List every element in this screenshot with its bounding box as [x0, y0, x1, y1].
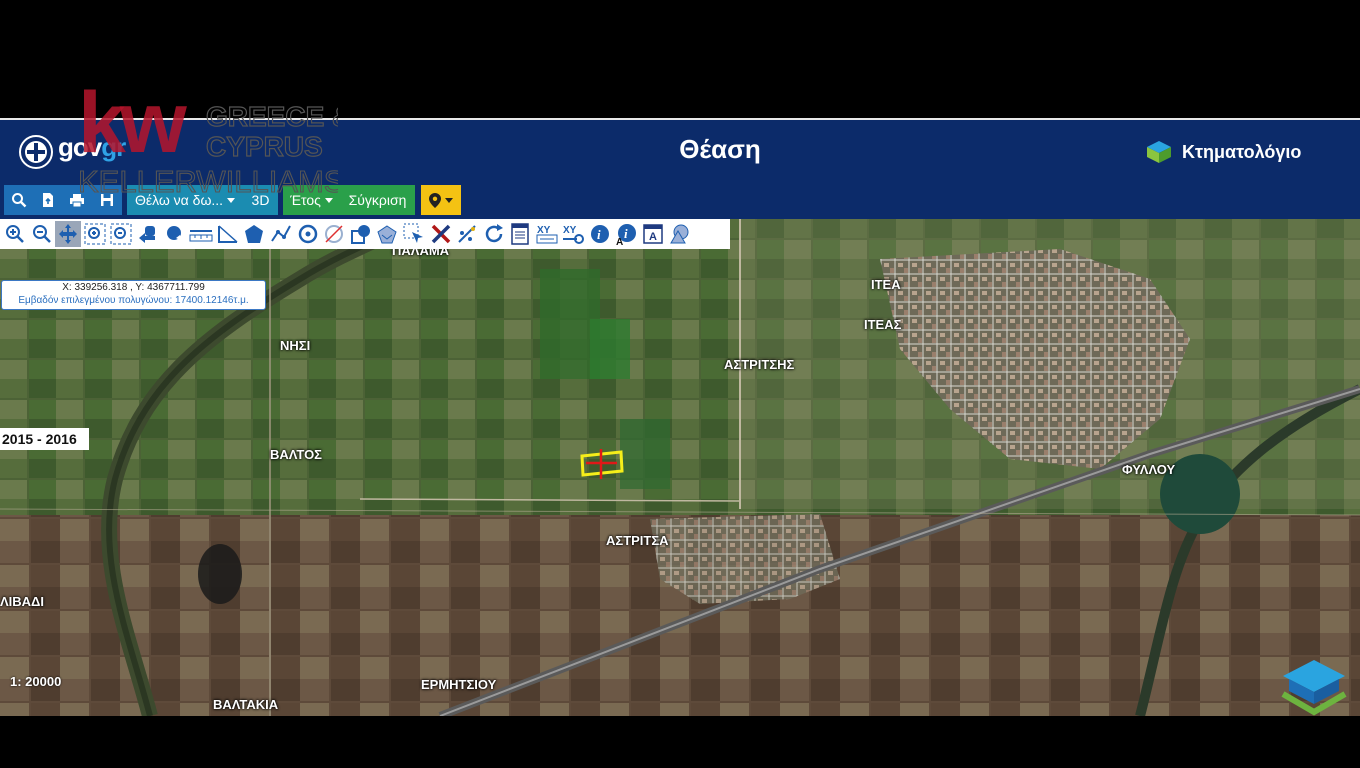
polygon-edit-icon	[377, 225, 397, 244]
chevron-down-icon	[445, 197, 453, 203]
map-label-nisi: ΝΗΣΙ	[280, 338, 311, 353]
info-button[interactable]: i	[587, 221, 613, 247]
ktimatologio-label: Κτηματολόγιο	[1182, 141, 1302, 162]
zoom-out-button[interactable]	[29, 221, 55, 247]
pan-icon	[59, 224, 78, 244]
shapes-icon	[669, 224, 689, 244]
print-button[interactable]	[62, 185, 92, 215]
info-text-icon: iA	[616, 224, 636, 245]
measure-area-button[interactable]	[215, 221, 241, 247]
info-icon: i	[591, 225, 610, 243]
save-button[interactable]	[92, 185, 122, 215]
draw-circle-button[interactable]	[295, 221, 321, 247]
select-area-button[interactable]	[401, 221, 427, 247]
back-button[interactable]	[135, 221, 161, 247]
coordinates-readout: X: 339256.318 , Y: 4367711.799	[62, 282, 205, 293]
chevron-down-icon	[324, 197, 333, 203]
polyline-icon	[271, 225, 291, 242]
shapes-button[interactable]	[667, 221, 693, 247]
snap-button[interactable]	[454, 221, 480, 247]
angle-ruler-icon	[217, 225, 238, 243]
globe-arrow-icon	[166, 226, 182, 241]
file-upload-icon	[43, 193, 53, 207]
map-marker-icon	[429, 192, 441, 208]
draw-line-button[interactable]	[268, 221, 294, 247]
upload-file-button[interactable]	[34, 185, 62, 215]
shape-select-icon	[350, 225, 370, 244]
draw-polygon-button[interactable]	[241, 221, 267, 247]
map-scale: 1: 20000	[10, 674, 62, 689]
search-button[interactable]	[4, 185, 34, 215]
goto-coordinates-button[interactable]: XY	[560, 221, 586, 247]
edit-polygon-button[interactable]	[374, 221, 400, 247]
info-label-button[interactable]: iA	[614, 221, 640, 247]
svg-text:i: i	[624, 226, 628, 241]
close-icon	[431, 224, 450, 244]
map-label-valtos: ΒΑΛΤΟΣ	[270, 447, 322, 462]
svg-text:A: A	[616, 237, 623, 245]
text-box-icon: A	[643, 224, 663, 244]
xy-coordinates-icon: XY	[536, 225, 558, 244]
measure-distance-button[interactable]	[188, 221, 214, 247]
ktimatologio-logo[interactable]: Κτηματολόγιο	[1146, 138, 1301, 166]
year-label: Έτος	[290, 192, 321, 208]
svg-text:XY: XY	[563, 225, 577, 236]
zoom-in-icon	[6, 225, 24, 243]
coordinates-info-box: X: 339256.318 , Y: 4367711.799 Εμβαδόν ε…	[1, 280, 266, 310]
target-icon	[298, 224, 317, 244]
refresh-button[interactable]	[481, 221, 507, 247]
polygon-area-readout: Εμβαδόν επιλεγμένου πολυγώνου: 17400.121…	[18, 295, 249, 306]
compare-button[interactable]: Σύγκριση	[340, 185, 415, 215]
clear-button[interactable]	[428, 221, 454, 247]
zoom-box-in-icon	[84, 223, 106, 245]
cube-icon	[1147, 141, 1171, 163]
coordinates-input-button[interactable]: XY	[534, 221, 560, 247]
search-icon	[12, 193, 27, 208]
text-label-button[interactable]: A	[640, 221, 666, 247]
chevron-down-icon	[227, 197, 236, 203]
year-dropdown[interactable]: Έτος	[283, 185, 340, 215]
map-label-astritsa: ΑΣΤΡΙΤΣΑ	[606, 533, 669, 548]
map-label-fyllou: ΦΥΛΛΟΥ	[1122, 462, 1176, 477]
report-button[interactable]	[507, 221, 533, 247]
app-header: govgr Θέαση Κτηματολόγιο	[0, 118, 1360, 183]
zoom-out-icon	[32, 225, 51, 243]
pointer-select-icon	[403, 223, 423, 243]
arrow-left-icon	[138, 226, 155, 243]
want-to-see-dropdown[interactable]: Θέλω να δω...	[127, 185, 243, 215]
select-shape-button[interactable]	[348, 221, 374, 247]
erase-drawing-button[interactable]	[321, 221, 347, 247]
polygon-icon	[245, 225, 264, 243]
map-tools-bar: XY XY i iA A	[0, 219, 730, 249]
want-to-see-label: Θέλω να δω...	[134, 192, 224, 208]
forward-button[interactable]	[162, 221, 188, 247]
map-label-livadi: ΛΙΒΑΔΙ	[0, 594, 45, 609]
zoom-box-in-button[interactable]	[82, 221, 108, 247]
map-label-ermitsiou: ΕΡΜΗΤΣΙΟΥ	[421, 677, 497, 692]
pan-button[interactable]	[55, 221, 82, 247]
snap-points-icon	[458, 225, 476, 243]
main-toolbar: Θέλω να δω... 3D Έτος Σύγκριση	[0, 181, 1360, 219]
zoom-box-out-icon	[110, 223, 132, 245]
svg-text:XY: XY	[537, 225, 551, 236]
xy-goto-icon: XY	[563, 225, 585, 244]
zoom-in-button[interactable]	[2, 221, 28, 247]
document-list-icon	[511, 223, 530, 245]
marker-dropdown[interactable]	[421, 185, 461, 215]
map-label-itea: ΙΤΕΑ	[871, 277, 901, 292]
svg-text:A: A	[649, 231, 657, 243]
erase-circle-icon	[325, 225, 344, 243]
map-label-iteas: ΙΤΕΑΣ	[864, 317, 902, 332]
refresh-icon	[485, 224, 503, 243]
3d-button[interactable]: 3D	[243, 185, 278, 215]
svg-text:i: i	[597, 227, 601, 242]
map-label-valtakia: ΒΑΛΤΑΚΙΑ	[213, 697, 279, 712]
ruler-icon	[189, 230, 213, 242]
ktimatologio-cube-icon	[1281, 660, 1347, 716]
save-icon	[101, 194, 113, 206]
imagery-year-badge: 2015 - 2016	[0, 428, 89, 450]
map-label-astritsis: ΑΣΤΡΙΤΣΗΣ	[724, 357, 795, 372]
print-icon	[70, 193, 84, 207]
zoom-box-out-button[interactable]	[108, 221, 134, 247]
